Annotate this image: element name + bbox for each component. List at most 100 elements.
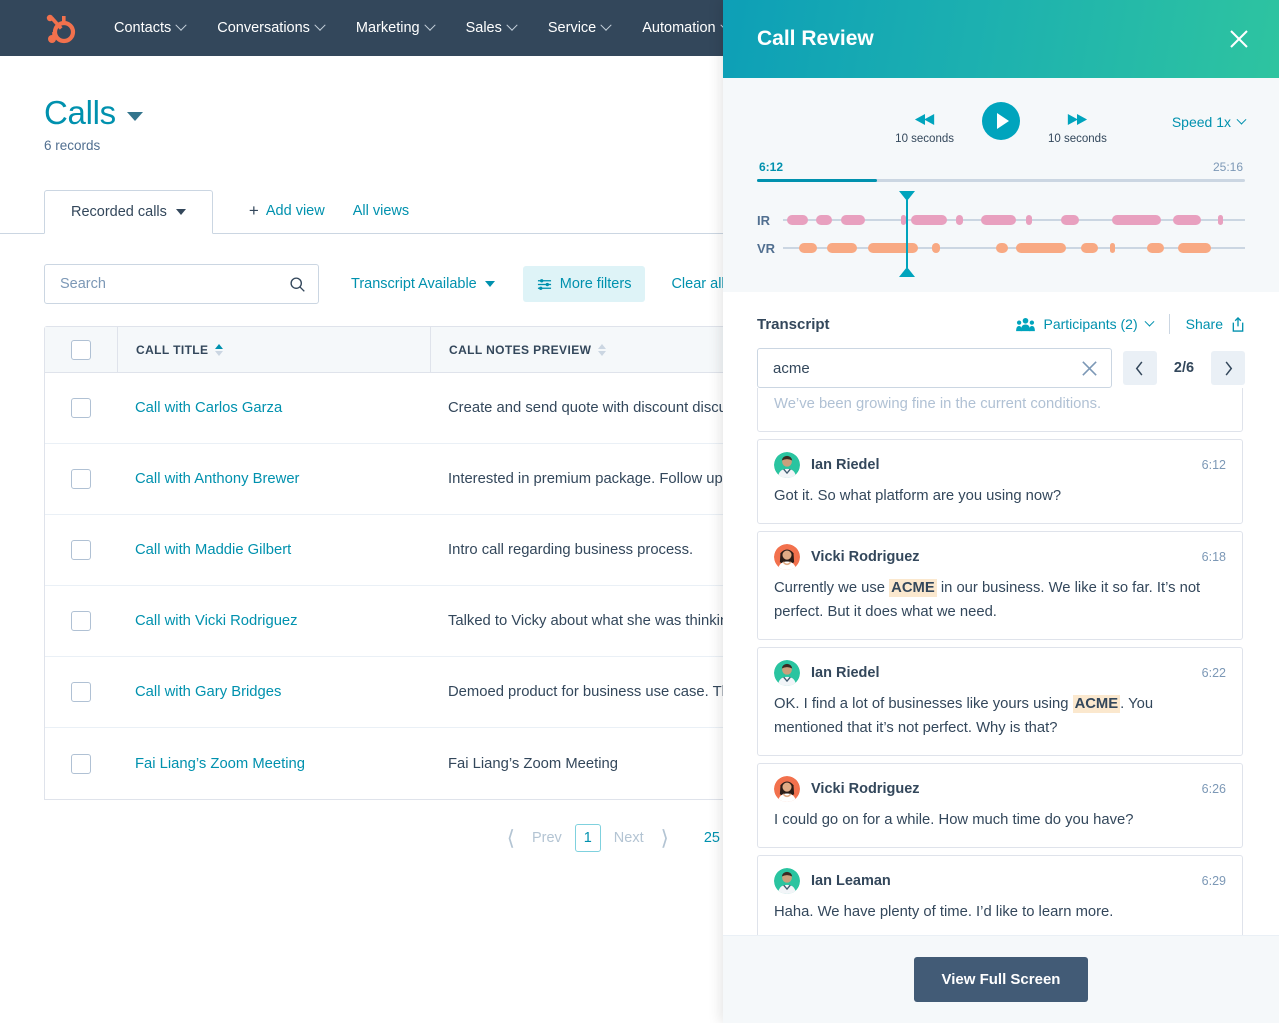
transcript-search-input[interactable] bbox=[773, 360, 1080, 377]
chevron-down-icon[interactable] bbox=[127, 112, 143, 121]
filter-transcript-available[interactable]: Transcript Available bbox=[351, 276, 495, 292]
chevron-down-icon bbox=[176, 20, 187, 31]
message-header: Ian Riedel 6:12 bbox=[774, 452, 1226, 478]
next-match-button[interactable] bbox=[1211, 351, 1245, 385]
search-input[interactable] bbox=[60, 276, 289, 292]
row-select-cell[interactable] bbox=[45, 540, 117, 560]
chevron-down-icon bbox=[485, 281, 495, 287]
nav-label: Sales bbox=[466, 20, 502, 36]
next-arrow-icon[interactable]: ⟩ bbox=[652, 826, 678, 851]
message-timestamp[interactable]: 6:12 bbox=[1202, 458, 1226, 472]
nav-item-service[interactable]: Service bbox=[532, 20, 626, 36]
sort-icon[interactable] bbox=[215, 344, 223, 356]
waveform-track-ir[interactable] bbox=[783, 210, 1245, 230]
search-icon[interactable] bbox=[289, 276, 306, 293]
message-timestamp[interactable]: 6:18 bbox=[1202, 550, 1226, 564]
participants-button[interactable]: Participants (2) bbox=[1016, 316, 1152, 332]
transcript-message[interactable]: Ian Riedel6:22OK. I find a lot of busine… bbox=[757, 647, 1243, 756]
player-controls: 10 seconds 10 seconds Speed 1x bbox=[757, 100, 1245, 156]
clear-all-button[interactable]: Clear all bbox=[671, 276, 724, 292]
message-timestamp[interactable]: 6:29 bbox=[1202, 874, 1226, 888]
message-text-run: Currently we use bbox=[774, 580, 889, 596]
close-icon[interactable] bbox=[1080, 359, 1099, 378]
message-text: I could go on for a while. How much time… bbox=[774, 809, 1226, 833]
all-views-link[interactable]: All views bbox=[353, 203, 409, 219]
message-timestamp[interactable]: 6:26 bbox=[1202, 782, 1226, 796]
message-text: OK. I find a lot of businesses like your… bbox=[774, 693, 1226, 741]
chevron-down-icon bbox=[314, 20, 325, 31]
message-speaker: Ian Riedel bbox=[774, 452, 880, 478]
row-checkbox[interactable] bbox=[71, 398, 91, 418]
page-number-1[interactable]: 1 bbox=[575, 824, 601, 852]
more-filters-button[interactable]: More filters bbox=[523, 266, 646, 302]
close-icon[interactable] bbox=[1227, 27, 1251, 51]
row-checkbox[interactable] bbox=[71, 682, 91, 702]
column-header-call-title[interactable]: CALL TITLE bbox=[117, 327, 430, 373]
cell-call-title[interactable]: Fai Liang’s Zoom Meeting bbox=[117, 756, 430, 772]
message-speaker: Ian Leaman bbox=[774, 868, 891, 894]
total-time: 25:16 bbox=[1213, 160, 1243, 174]
cell-call-title[interactable]: Call with Carlos Garza bbox=[117, 400, 430, 416]
message-timestamp[interactable]: 6:22 bbox=[1202, 666, 1226, 680]
search-box[interactable] bbox=[44, 264, 319, 304]
playhead-top-arrow-icon bbox=[899, 191, 915, 201]
hubspot-sprocket-icon[interactable] bbox=[38, 8, 78, 48]
message-text-run: I could go on for a while. How much time… bbox=[774, 812, 1133, 828]
transcript-message[interactable]: Ian Leaman 6:29 Haha. We have plenty of ti… bbox=[757, 855, 1243, 935]
row-select-cell[interactable] bbox=[45, 611, 117, 631]
nav-item-contacts[interactable]: Contacts bbox=[98, 20, 201, 36]
row-checkbox[interactable] bbox=[71, 469, 91, 489]
nav-item-conversations[interactable]: Conversations bbox=[201, 20, 340, 36]
next-button[interactable]: Next bbox=[606, 830, 652, 846]
row-select-cell[interactable] bbox=[45, 469, 117, 489]
waveform-track-vr[interactable] bbox=[783, 238, 1245, 258]
forward-10-button[interactable]: 10 seconds bbox=[1048, 112, 1107, 145]
prev-arrow-icon[interactable]: ⟨ bbox=[498, 826, 524, 851]
nav-label: Conversations bbox=[217, 20, 310, 36]
transcript-message[interactable]: Vicki Rodriguez6:26I could go on for a w… bbox=[757, 763, 1243, 848]
cell-call-title[interactable]: Call with Gary Bridges bbox=[117, 684, 430, 700]
row-select-cell[interactable] bbox=[45, 682, 117, 702]
row-checkbox[interactable] bbox=[71, 540, 91, 560]
sort-icon[interactable] bbox=[598, 344, 606, 356]
play-button[interactable] bbox=[982, 102, 1020, 140]
select-all-checkbox[interactable] bbox=[71, 340, 91, 360]
cell-call-title[interactable]: Call with Anthony Brewer bbox=[117, 471, 430, 487]
waveform-segment bbox=[1218, 215, 1223, 225]
people-icon bbox=[1016, 317, 1035, 332]
row-select-cell[interactable] bbox=[45, 398, 117, 418]
transcript-message[interactable]: We’ve been growing fine in the current c… bbox=[757, 388, 1243, 432]
select-all-cell[interactable] bbox=[45, 340, 117, 360]
nav-item-marketing[interactable]: Marketing bbox=[340, 20, 450, 36]
message-text-run: Haha. We have plenty of time. I’d like t… bbox=[774, 904, 1113, 920]
transcript-search-box[interactable] bbox=[757, 348, 1112, 388]
time-row: 6:12 25:16 bbox=[757, 160, 1245, 174]
prev-match-button[interactable] bbox=[1123, 351, 1157, 385]
waveform-segment bbox=[1178, 243, 1210, 253]
share-button[interactable]: Share bbox=[1186, 316, 1245, 332]
playhead-marker[interactable] bbox=[906, 200, 908, 268]
speaker-name: Vicki Rodriguez bbox=[811, 549, 920, 565]
speed-selector[interactable]: Speed 1x bbox=[1172, 114, 1245, 130]
cell-call-title[interactable]: Call with Maddie Gilbert bbox=[117, 542, 430, 558]
scrubber-track[interactable] bbox=[757, 179, 1245, 182]
transcript-message-list[interactable]: We’ve been growing fine in the current c… bbox=[723, 388, 1279, 935]
rewind-10-button[interactable]: 10 seconds bbox=[895, 112, 954, 145]
prev-button[interactable]: Prev bbox=[524, 830, 570, 846]
row-checkbox[interactable] bbox=[71, 754, 91, 774]
nav-item-sales[interactable]: Sales bbox=[450, 20, 532, 36]
tab-recorded-calls[interactable]: Recorded calls bbox=[44, 190, 213, 234]
transcript-message[interactable]: Vicki Rodriguez6:18Currently we use ACME… bbox=[757, 531, 1243, 640]
transcript-actions: Participants (2) Share bbox=[1016, 314, 1245, 334]
cell-call-title[interactable]: Call with Vicki Rodriguez bbox=[117, 613, 430, 629]
filter-label: Transcript Available bbox=[351, 276, 477, 292]
add-view-button[interactable]: + Add view bbox=[249, 202, 325, 219]
view-full-screen-button[interactable]: View Full Screen bbox=[914, 957, 1089, 1002]
row-checkbox[interactable] bbox=[71, 611, 91, 631]
row-select-cell[interactable] bbox=[45, 754, 117, 774]
call-review-panel: Call Review 10 seconds bbox=[723, 0, 1279, 1023]
speaker-waveforms: IR VR bbox=[757, 206, 1245, 262]
transcript-message[interactable]: Ian Riedel6:12Got it. So what platform a… bbox=[757, 439, 1243, 524]
share-label: Share bbox=[1186, 316, 1223, 332]
message-header: Vicki Rodriguez 6:18 bbox=[774, 544, 1226, 570]
